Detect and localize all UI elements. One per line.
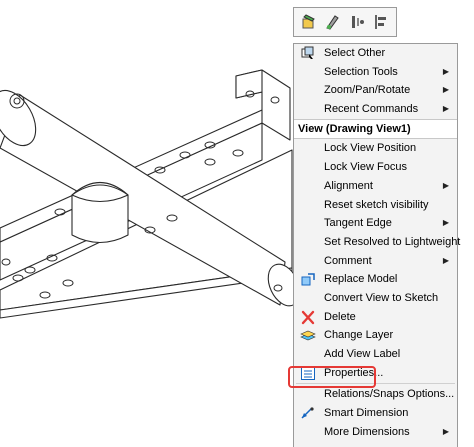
align-button[interactable] xyxy=(370,11,392,33)
bracket-face xyxy=(235,69,263,99)
menu-item-label: Lock View Position xyxy=(324,142,417,155)
select-paint-icon xyxy=(302,14,315,29)
menu-item-label: Lock View Focus xyxy=(324,161,407,174)
menu-item-label: Smart Dimension xyxy=(324,407,409,420)
menu-item-more-dimensions[interactable]: More Dimensions ▶ xyxy=(294,423,457,442)
smart-select-button[interactable] xyxy=(322,11,344,33)
align-icon xyxy=(375,15,386,29)
menu-item-reset-sketch-visibility[interactable]: Reset sketch visibility xyxy=(294,196,457,215)
submenu-arrow-icon: ▶ xyxy=(442,180,449,190)
replace-model-icon xyxy=(301,273,315,286)
menu-item-alignment[interactable]: Alignment ▶ xyxy=(294,177,457,196)
delete-icon xyxy=(301,310,315,324)
menu-item-select-other[interactable]: Select Other xyxy=(294,44,457,63)
layer-icon xyxy=(300,330,316,341)
menu-item-label: Convert View to Sketch xyxy=(324,291,439,304)
menu-item-label: Relations/Snaps Options... xyxy=(324,388,455,401)
menu-item-relations-snaps-options[interactable]: Relations/Snaps Options... xyxy=(294,385,457,404)
submenu-arrow-icon: ▶ xyxy=(442,218,449,228)
properties-highlight-box xyxy=(288,366,376,388)
menu-item-label: Reset sketch visibility xyxy=(324,198,429,211)
smart-select-icon xyxy=(326,15,339,30)
submenu-arrow-icon: ▶ xyxy=(442,104,449,114)
select-other-icon xyxy=(301,46,314,59)
menu-item-selection-tools[interactable]: Selection Tools ▶ xyxy=(294,63,457,82)
select-paint-button[interactable] xyxy=(298,11,320,33)
menu-item-replace-model[interactable]: Replace Model xyxy=(294,270,457,289)
submenu-arrow-icon: ▶ xyxy=(442,66,449,76)
rebuild-button[interactable] xyxy=(346,11,368,33)
menu-item-add-view-label[interactable]: Add View Label xyxy=(294,345,457,364)
menu-item-label: Select Other xyxy=(324,47,386,59)
menu-item-convert-view-to-sketch[interactable]: Convert View to Sketch xyxy=(294,289,457,308)
menu-item-label: Selection Tools xyxy=(324,65,398,78)
menu-section-header: View (Drawing View1) xyxy=(294,118,457,140)
menu-item-label: Set Resolved to Lightweight xyxy=(324,235,461,248)
menu-item-smart-dimension[interactable]: Smart Dimension xyxy=(294,404,457,423)
submenu-arrow-icon: ▶ xyxy=(442,426,449,436)
menu-item-tangent-edge[interactable]: Tangent Edge ▶ xyxy=(294,214,457,233)
menu-item-label: Zoom/Pan/Rotate xyxy=(324,84,411,97)
menu-item-lock-view-focus[interactable]: Lock View Focus xyxy=(294,158,457,177)
menu-item-comment[interactable]: Comment ▶ xyxy=(294,252,457,271)
menu-item-label: Recent Commands xyxy=(324,103,419,116)
menu-item-change-layer[interactable]: Change Layer xyxy=(294,326,457,345)
rebuild-icon xyxy=(352,16,364,28)
menu-item-label: Alignment xyxy=(324,179,373,192)
submenu-arrow-icon: ▶ xyxy=(442,255,449,265)
context-toolbar xyxy=(293,7,397,37)
menu-item-label: More Dimensions xyxy=(324,425,410,438)
menu-item-label: Comment xyxy=(324,254,372,267)
menu-item-set-resolved-lightweight[interactable]: Set Resolved to Lightweight xyxy=(294,233,461,252)
menu-item-label: Delete xyxy=(324,310,356,323)
menu-item-label: Tangent Edge xyxy=(324,217,392,230)
menu-item-label: Replace Model xyxy=(324,273,398,286)
menu-item-label: Change Layer xyxy=(324,329,394,342)
smart-dimension-icon xyxy=(301,407,314,419)
menu-item-delete[interactable]: Delete xyxy=(294,308,457,327)
menu-item-zoom-pan-rotate[interactable]: Zoom/Pan/Rotate ▶ xyxy=(294,81,457,100)
menu-item-lock-view-position[interactable]: Lock View Position xyxy=(294,139,457,158)
menu-item-recent-commands[interactable]: Recent Commands ▶ xyxy=(294,100,457,119)
menu-item-label: Add View Label xyxy=(324,348,401,360)
submenu-arrow-icon: ▶ xyxy=(442,85,449,95)
